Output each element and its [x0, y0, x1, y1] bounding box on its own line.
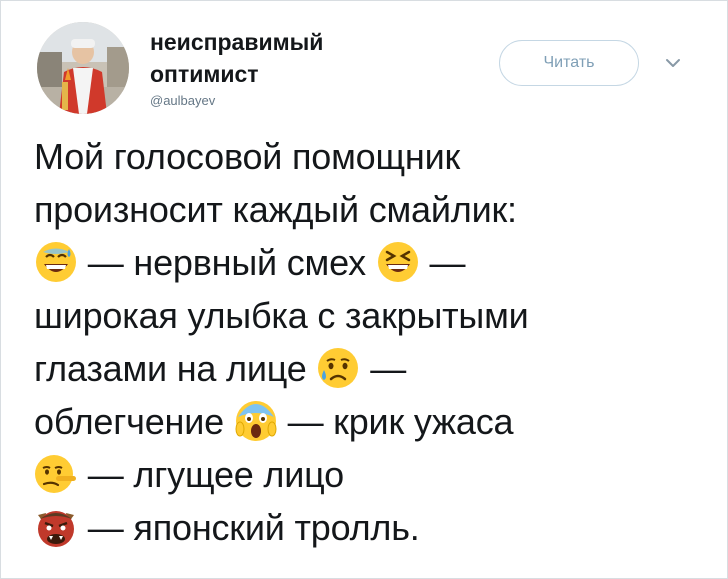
tweet-line: облегчение — крик ужаса: [34, 395, 714, 448]
tweet-line-text: — крик ужаса: [277, 401, 514, 442]
follow-button[interactable]: Читать: [499, 40, 639, 86]
grinning-face-with-sweat-icon: [34, 240, 78, 284]
tweet-line: — лгущее лицо: [34, 448, 714, 501]
lying-face-icon: [34, 452, 78, 496]
tweet-line-text: — лгущее лицо: [78, 454, 344, 495]
tweet-line-text: глазами на лице: [34, 348, 317, 389]
sad-but-relieved-face-icon: [316, 346, 360, 390]
tweet-line: произносит каждый смайлик:: [34, 183, 714, 236]
tweet-line-text: Мой голосовой помощник: [34, 136, 461, 177]
avatar[interactable]: [37, 22, 129, 114]
tweet-line-text: — японский тролль.: [78, 507, 420, 548]
tweet-line-text: произносит каждый смайлик:: [34, 189, 517, 230]
display-name[interactable]: неисправимый оптимист: [150, 26, 350, 90]
tweet-text: Мой голосовой помощник произносит каждый…: [34, 130, 714, 554]
tweet-line: — японский тролль.: [34, 501, 714, 554]
tweet-line-text: —: [360, 348, 407, 389]
tweet-line-text: —: [419, 242, 466, 283]
face-screaming-in-fear-icon: [234, 399, 278, 443]
tweet-line: Мой голосовой помощник: [34, 130, 714, 183]
tweet-line-text: широкая улыбка с закрытыми: [34, 295, 529, 336]
ogre-icon: [34, 505, 78, 549]
tweet-line-text: — нервный смех: [78, 242, 376, 283]
user-handle[interactable]: @aulbayev: [150, 93, 215, 108]
chevron-down-icon[interactable]: [664, 56, 682, 70]
tweet-line-text: облегчение: [34, 401, 234, 442]
tweet-line: — нервный смех —: [34, 236, 714, 289]
tweet-line: широкая улыбка с закрытыми: [34, 289, 714, 342]
grinning-squinting-face-icon: [376, 240, 420, 284]
tweet-line: глазами на лице —: [34, 342, 714, 395]
